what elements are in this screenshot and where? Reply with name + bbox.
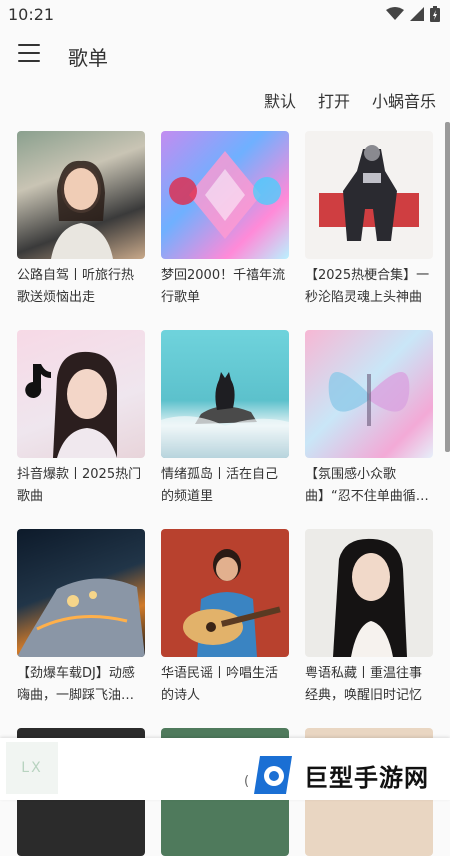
menu-icon[interactable] [18,44,40,62]
playlist-cover [161,131,289,259]
playlist-cover [161,330,289,458]
player-song-title: ( [244,774,250,789]
playlist-card[interactable]: 梦回2000！千禧年流行歌单 [161,131,289,309]
playlist-card[interactable]: 【劲爆车载DJ】动感嗨曲，一脚踩飞油… [17,529,145,707]
sort-open-button[interactable]: 打开 [318,88,350,112]
playlist-cover [305,529,433,657]
playlist-card[interactable]: 公路自驾丨听旅行热歌送烦恼出走 [17,131,145,309]
playlist-card[interactable]: 抖音爆款丨2025热门歌曲 [17,330,145,508]
playlist-title: 抖音爆款丨2025热门歌曲 [17,467,142,504]
playlist-card[interactable]: 粤语私藏丨重温往事经典，唤醒旧时记忆 [305,529,433,707]
scrollbar[interactable] [445,122,450,452]
sort-default-button[interactable]: 默认 [264,88,296,112]
playlist-card[interactable]: 情绪孤岛丨活在自己的频道里 [161,330,289,508]
playlist-title: 梦回2000！千禧年流行歌单 [161,268,286,305]
watermark-logo-icon [254,756,292,794]
battery-icon [430,6,440,22]
source-button[interactable]: 小蜗音乐 [372,88,436,112]
playlist-title: 华语民谣丨吟唱生活的诗人 [161,666,279,703]
app-bar: 歌单 [0,30,450,78]
playlist-title: 情绪孤岛丨活在自己的频道里 [161,467,279,504]
page-title: 歌单 [68,46,108,70]
playlist-card[interactable]: 华语民谣丨吟唱生活的诗人 [161,529,289,707]
playlist-title: 粤语私藏丨重温往事经典，唤醒旧时记忆 [305,666,423,703]
wifi-icon [386,7,404,20]
player-cover: LX [6,742,58,794]
signal-icon [410,7,424,21]
playlist-title: 【2025热梗合集】一秒沦陷灵魂上头神曲 [305,268,430,305]
status-icons [386,6,440,22]
sort-bar: 默认 打开 小蜗音乐 [264,86,436,114]
playlist-cover [305,330,433,458]
playlist-card[interactable]: 【2025热梗合集】一秒沦陷灵魂上头神曲 [305,131,433,309]
playlist-title: 【氛围感小众歌曲】“忍不住单曲循… [305,467,429,504]
playlist-cover [305,131,433,259]
playlist-card[interactable]: 【氛围感小众歌曲】“忍不住单曲循… [305,330,433,508]
watermark-text: 巨型手游网 [304,763,429,792]
status-time: 10:21 [8,5,55,24]
status-bar: 10:21 [0,0,450,30]
playlist-title: 公路自驾丨听旅行热歌送烦恼出走 [17,268,135,305]
playlist-cover [161,529,289,657]
watermark: 巨型手游网 [252,752,446,798]
playlist-title: 【劲爆车载DJ】动感嗨曲，一脚踩飞油… [17,666,135,703]
playlist-cover [17,330,145,458]
playlist-cover [17,131,145,259]
playlist-cover [17,529,145,657]
